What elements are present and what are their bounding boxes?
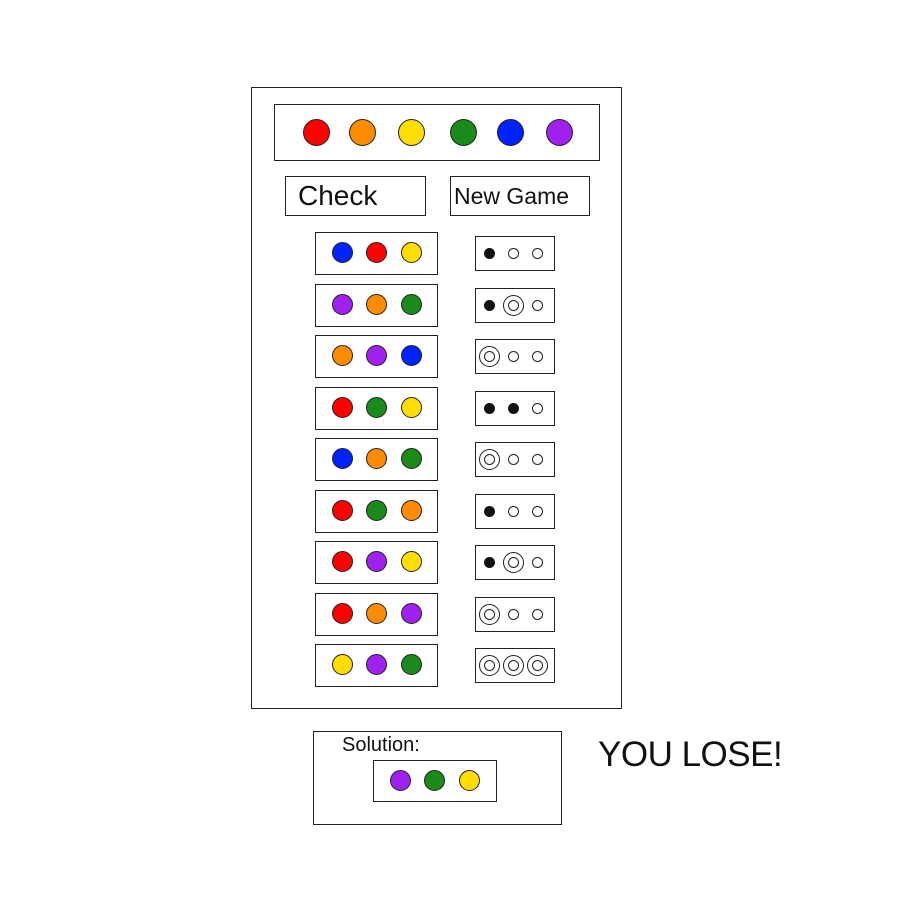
- guess-peg-green: [366, 500, 387, 521]
- guess-row: [315, 490, 438, 533]
- guess-peg-yellow: [401, 397, 422, 418]
- guess-peg-purple: [366, 345, 387, 366]
- feedback-empty-icon: [531, 557, 543, 568]
- feedback-empty-icon: [507, 248, 519, 259]
- guess-peg-blue: [332, 242, 353, 263]
- feedback-white-icon: [478, 346, 500, 367]
- guess-peg-yellow: [401, 551, 422, 572]
- check-button[interactable]: Check: [285, 176, 426, 216]
- guess-peg-blue: [401, 345, 422, 366]
- guess-row: [315, 644, 438, 687]
- guess-peg-purple: [366, 654, 387, 675]
- feedback-black-icon: [483, 557, 495, 568]
- palette-peg-green[interactable]: [450, 119, 477, 146]
- guess-row: [315, 335, 438, 378]
- palette-peg-yellow[interactable]: [398, 119, 425, 146]
- feedback-black-icon: [483, 403, 495, 414]
- game-status: YOU LOSE!: [598, 735, 783, 774]
- guess-peg-green: [401, 294, 422, 315]
- feedback-empty-icon: [531, 300, 543, 311]
- feedback-empty-icon: [507, 351, 519, 362]
- feedback-empty-icon: [531, 454, 543, 465]
- feedback-box: [475, 597, 555, 632]
- feedback-white-icon: [526, 655, 548, 676]
- guess-peg-yellow: [401, 242, 422, 263]
- feedback-empty-icon: [531, 506, 543, 517]
- palette-peg-orange[interactable]: [349, 119, 376, 146]
- feedback-white-icon: [502, 552, 524, 573]
- palette-peg-blue[interactable]: [497, 119, 524, 146]
- guess-peg-green: [401, 448, 422, 469]
- guess-peg-purple: [366, 551, 387, 572]
- feedback-box: [475, 442, 555, 477]
- guess-peg-red: [332, 603, 353, 624]
- guess-row: [315, 541, 438, 584]
- feedback-white-icon: [478, 604, 500, 625]
- palette-peg-red[interactable]: [303, 119, 330, 146]
- feedback-empty-icon: [507, 609, 519, 620]
- feedback-black-icon: [483, 248, 495, 259]
- guess-peg-yellow: [332, 654, 353, 675]
- guess-peg-orange: [366, 603, 387, 624]
- feedback-box: [475, 339, 555, 374]
- feedback-white-icon: [502, 655, 524, 676]
- feedback-white-icon: [478, 655, 500, 676]
- guess-row: [315, 284, 438, 327]
- guess-peg-green: [401, 654, 422, 675]
- feedback-black-icon: [507, 403, 519, 414]
- guess-row: [315, 593, 438, 636]
- guess-row: [315, 438, 438, 481]
- guess-peg-purple: [401, 603, 422, 624]
- guess-peg-red: [332, 551, 353, 572]
- feedback-black-icon: [483, 300, 495, 311]
- guess-peg-orange: [366, 294, 387, 315]
- guess-row: [315, 387, 438, 430]
- feedback-empty-icon: [531, 403, 543, 414]
- feedback-empty-icon: [531, 351, 543, 362]
- guess-peg-orange: [366, 448, 387, 469]
- feedback-box: [475, 288, 555, 323]
- feedback-box: [475, 494, 555, 529]
- color-palette: [274, 104, 600, 161]
- guess-peg-red: [332, 397, 353, 418]
- feedback-box: [475, 648, 555, 683]
- solution-peg-yellow: [459, 770, 480, 791]
- feedback-empty-icon: [507, 506, 519, 517]
- feedback-box: [475, 236, 555, 271]
- feedback-empty-icon: [531, 609, 543, 620]
- guess-peg-orange: [332, 345, 353, 366]
- guess-peg-red: [332, 500, 353, 521]
- guess-peg-purple: [332, 294, 353, 315]
- feedback-box: [475, 391, 555, 426]
- feedback-white-icon: [502, 295, 524, 316]
- solution-peg-purple: [390, 770, 411, 791]
- guess-peg-orange: [401, 500, 422, 521]
- guess-peg-red: [366, 242, 387, 263]
- solution-peg-green: [424, 770, 445, 791]
- feedback-white-icon: [478, 449, 500, 470]
- solution-pegs-row: [373, 760, 497, 802]
- guess-peg-blue: [332, 448, 353, 469]
- palette-peg-purple[interactable]: [546, 119, 573, 146]
- feedback-box: [475, 545, 555, 580]
- feedback-empty-icon: [507, 454, 519, 465]
- feedback-empty-icon: [531, 248, 543, 259]
- solution-label: Solution:: [342, 734, 420, 756]
- new-game-button[interactable]: New Game: [450, 176, 590, 216]
- guess-row: [315, 232, 438, 275]
- guess-peg-green: [366, 397, 387, 418]
- feedback-black-icon: [483, 506, 495, 517]
